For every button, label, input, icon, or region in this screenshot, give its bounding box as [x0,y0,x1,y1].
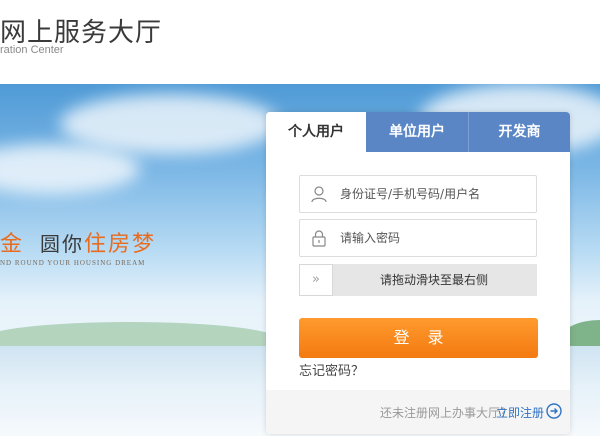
login-tabs: 个人用户 单位用户 开发商 [266,112,570,152]
tab-personal-user[interactable]: 个人用户 [266,112,366,152]
register-link[interactable]: 立即注册 [496,404,544,421]
site-subtitle: ration Center [0,44,64,56]
slider-text: 请拖动滑块至最右侧 [379,273,488,287]
lock-icon [312,230,326,247]
user-icon [311,186,327,203]
login-button[interactable]: 登录 [299,318,538,358]
slider-captcha[interactable]: » 请拖动滑块至最右侧 [299,264,537,296]
username-input[interactable] [340,176,530,212]
arrow-right-circle-icon[interactable] [546,403,562,419]
login-panel: 个人用户 单位用户 开发商 » 请拖动滑块至最右侧 登录 忘记密码？ 还未注册网… [266,112,570,434]
tab-unit-user[interactable]: 单位用户 [366,112,469,152]
register-footer: 还未注册网上办事大厅？ 立即注册 [266,390,570,434]
slider-handle[interactable]: » [299,264,333,296]
password-field[interactable] [299,219,537,257]
password-input[interactable] [340,220,530,256]
tab-developer[interactable]: 开发商 [469,112,570,152]
slogan: 金圆你住房梦 [0,232,157,257]
header: 网上服务大厅 ration Center [0,0,600,84]
username-field[interactable] [299,175,537,213]
register-prompt: 还未注册网上办事大厅？ [379,406,512,420]
forgot-password-link[interactable]: 忘记密码？ [299,360,364,379]
slogan-english: ND ROUND YOUR HOUSING DREAM [0,259,146,267]
